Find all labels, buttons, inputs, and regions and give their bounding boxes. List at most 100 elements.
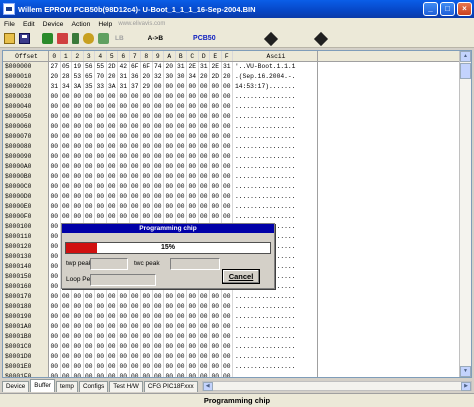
hex-byte[interactable]: 00 [49, 242, 61, 252]
minimize-button[interactable]: _ [423, 2, 438, 16]
hex-row[interactable]: $000070 00 00 00 00 00 00 00 00 00 00 00 00 00 00 00 00.… [3, 132, 471, 142]
hex-byte[interactable]: 00 [130, 302, 141, 312]
hex-byte[interactable]: 00 [130, 132, 141, 142]
hex-byte[interactable]: 00 [199, 102, 210, 112]
hex-byte[interactable]: 00 [164, 202, 176, 212]
hex-byte[interactable]: 00 [49, 102, 61, 112]
hex-byte[interactable]: 00 [130, 292, 141, 302]
hex-byte[interactable]: 00 [130, 162, 141, 172]
hex-byte[interactable]: 00 [141, 302, 153, 312]
hex-byte[interactable]: 00 [61, 142, 72, 152]
hex-byte[interactable]: 00 [84, 372, 95, 377]
hex-byte[interactable]: 00 [153, 202, 164, 212]
hex-byte[interactable]: 00 [84, 152, 95, 162]
row-ascii[interactable]: ................ [233, 302, 318, 312]
hex-byte[interactable]: 00 [118, 172, 130, 182]
hex-byte[interactable]: 20 [107, 72, 118, 82]
hex-byte[interactable]: 00 [95, 172, 107, 182]
hex-byte[interactable]: 00 [61, 312, 72, 322]
hex-row[interactable]: $000170 00 00 00 00 00 00 00 00 00 00 00 00 00 00 00 00.… [3, 292, 471, 302]
hex-byte[interactable]: 00 [107, 102, 118, 112]
hex-byte[interactable]: 00 [164, 312, 176, 322]
hex-byte[interactable]: 3A [107, 82, 118, 92]
row-ascii[interactable]: ................ [233, 372, 318, 377]
vertical-scrollbar[interactable]: ▲ ▼ [459, 51, 471, 377]
close-button[interactable]: × [457, 2, 472, 16]
chip-button-2[interactable] [313, 31, 328, 46]
hex-byte[interactable]: 20 [49, 72, 61, 82]
hex-byte[interactable]: 00 [118, 212, 130, 222]
row-ascii[interactable]: ................ [233, 112, 318, 122]
hex-byte[interactable]: 00 [107, 342, 118, 352]
hex-byte[interactable]: 00 [164, 112, 176, 122]
hex-byte[interactable]: 00 [49, 302, 61, 312]
chip-button-1[interactable] [263, 31, 278, 46]
hex-byte[interactable]: 00 [72, 102, 84, 112]
hex-byte[interactable]: 00 [49, 192, 61, 202]
hex-byte[interactable]: 00 [118, 292, 130, 302]
hex-row[interactable]: $0001E0 00 00 00 00 00 00 00 00 00 00 00 00 00 00 00 00.… [3, 362, 471, 372]
hex-byte[interactable]: 00 [199, 152, 210, 162]
hex-byte[interactable]: 00 [107, 202, 118, 212]
hex-byte[interactable]: 00 [61, 112, 72, 122]
hex-byte[interactable]: 00 [222, 322, 233, 332]
hex-byte[interactable]: 00 [141, 312, 153, 322]
hex-byte[interactable]: 00 [187, 312, 199, 322]
hex-byte[interactable]: 00 [61, 182, 72, 192]
scroll-right-icon[interactable]: ▶ [461, 381, 471, 391]
hex-byte[interactable]: 20 [164, 62, 176, 72]
hex-byte[interactable]: 29 [141, 82, 153, 92]
hex-byte[interactable]: 20 [222, 72, 233, 82]
hex-byte[interactable]: 00 [210, 152, 222, 162]
hex-byte[interactable]: 00 [72, 212, 84, 222]
hex-byte[interactable]: 00 [107, 332, 118, 342]
hex-byte[interactable]: 00 [49, 272, 61, 282]
hex-byte[interactable]: 00 [222, 342, 233, 352]
hex-byte[interactable]: 00 [61, 322, 72, 332]
hex-byte[interactable]: 00 [187, 152, 199, 162]
hex-byte[interactable]: 00 [141, 152, 153, 162]
hex-byte[interactable]: 00 [176, 322, 187, 332]
hex-byte[interactable]: 00 [107, 112, 118, 122]
hex-byte[interactable]: 00 [199, 92, 210, 102]
hex-byte[interactable]: 00 [222, 362, 233, 372]
hex-byte[interactable]: 00 [72, 132, 84, 142]
hex-byte[interactable]: 2E [187, 62, 199, 72]
hex-byte[interactable]: 00 [49, 262, 61, 272]
hex-row[interactable]: $0000B0 00 00 00 00 00 00 00 00 00 00 00 00 00 00 00 00.… [3, 172, 471, 182]
hex-byte[interactable]: 00 [176, 202, 187, 212]
hex-byte[interactable]: 00 [199, 352, 210, 362]
row-ascii[interactable]: ................ [233, 152, 318, 162]
hex-byte[interactable]: 00 [153, 312, 164, 322]
hex-byte[interactable]: 00 [72, 172, 84, 182]
hex-byte[interactable]: 00 [164, 152, 176, 162]
hex-byte[interactable]: 56 [84, 62, 95, 72]
hex-byte[interactable]: 33 [95, 82, 107, 92]
hex-byte[interactable]: 00 [153, 92, 164, 102]
hex-row[interactable]: $0000A0 00 00 00 00 00 00 00 00 00 00 00 00 00 00 00 00.… [3, 162, 471, 172]
hex-byte[interactable]: 30 [176, 72, 187, 82]
hex-row[interactable]: $0000D0 00 00 00 00 00 00 00 00 00 00 00 00 00 00 00 00.… [3, 192, 471, 202]
hex-byte[interactable]: 00 [95, 102, 107, 112]
hex-byte[interactable]: 00 [153, 132, 164, 142]
hex-byte[interactable]: 00 [118, 192, 130, 202]
hex-byte[interactable]: 00 [141, 92, 153, 102]
hex-byte[interactable]: 00 [222, 152, 233, 162]
hex-byte[interactable]: 00 [95, 182, 107, 192]
row-ascii[interactable]: ................ [233, 322, 318, 332]
hex-byte[interactable]: 00 [61, 202, 72, 212]
hex-editor[interactable]: Offset 0123456789ABCDEF Ascii $000000 27 0… [2, 50, 472, 378]
hex-byte[interactable]: 00 [49, 212, 61, 222]
hex-byte[interactable]: 00 [153, 332, 164, 342]
hex-byte[interactable]: 00 [222, 172, 233, 182]
hex-byte[interactable]: 00 [49, 342, 61, 352]
hex-byte[interactable]: 00 [222, 82, 233, 92]
hex-byte[interactable]: 00 [210, 292, 222, 302]
row-ascii[interactable]: ................ [233, 332, 318, 342]
hex-byte[interactable]: 00 [222, 292, 233, 302]
hex-row[interactable]: $0000F0 00 00 00 00 00 00 00 00 00 00 00 00 00 00 00 00.… [3, 212, 471, 222]
hex-byte[interactable]: 00 [199, 162, 210, 172]
hex-byte[interactable]: 00 [107, 132, 118, 142]
hex-byte[interactable]: 00 [107, 212, 118, 222]
hex-byte[interactable]: 00 [84, 292, 95, 302]
